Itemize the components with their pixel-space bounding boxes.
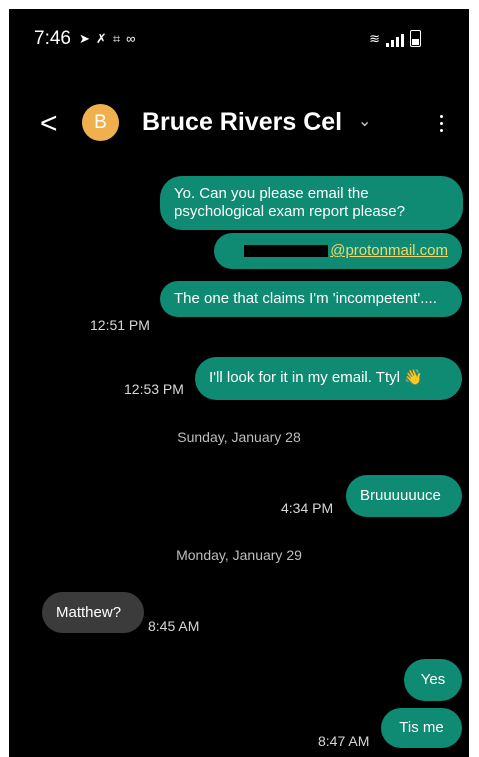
message-bubble-sent[interactable]: Yes — [404, 659, 462, 701]
status-left-icons: ➤ ✗ ⌗ ∞ — [79, 31, 135, 47]
notification-icon: ✗ — [95, 31, 107, 46]
message-bubble-sent[interactable]: The one that claims I'm 'incompetent'...… — [160, 281, 462, 317]
message-timestamp: 8:45 AM — [148, 618, 200, 634]
message-timestamp: 8:47 AM — [318, 733, 370, 749]
date-divider: Sunday, January 28 — [177, 429, 301, 445]
vibrate-icon: ≋ — [369, 31, 380, 46]
message-bubble-sent[interactable]: Yo. Can you please email the psychologic… — [160, 176, 463, 230]
email-link[interactable]: @protonmail.com — [330, 242, 448, 259]
message-text: I'll look for it in my email. Ttyl 👋 — [209, 369, 423, 386]
message-text: Yo. Can you please email the psychologic… — [174, 185, 405, 220]
message-text: Matthew? — [56, 604, 122, 621]
battery-icon — [410, 30, 421, 47]
message-bubble-sent[interactable]: I'll look for it in my email. Ttyl 👋 — [195, 357, 462, 400]
status-time: 7:46 — [34, 28, 71, 49]
conversation-header: < B Bruce Rivers Cel ⌄ — [9, 97, 469, 147]
status-bar: 7:46 ➤ ✗ ⌗ ∞ ≋ — [9, 9, 469, 69]
message-timestamp: 12:53 PM — [124, 381, 184, 397]
back-icon[interactable]: < — [40, 109, 58, 139]
contact-name[interactable]: Bruce Rivers Cel — [142, 108, 342, 137]
more-options-icon[interactable] — [440, 115, 443, 136]
date-divider: Monday, January 29 — [176, 547, 302, 563]
message-text: Tis me — [399, 719, 444, 736]
redaction-bar — [244, 245, 329, 258]
navigation-arrow-icon: ➤ — [79, 31, 90, 46]
message-text: Yes — [420, 671, 446, 688]
message-timestamp: 12:51 PM — [90, 317, 150, 333]
message-text: The one that claims I'm 'incompetent'...… — [174, 290, 437, 307]
contact-avatar[interactable]: B — [82, 104, 119, 141]
message-bubble-sent[interactable]: Bruuuuuuce — [346, 475, 462, 517]
message-text: Bruuuuuuce — [360, 487, 441, 504]
status-right-icons: ≋ — [369, 30, 421, 47]
signal-icon — [386, 33, 404, 47]
message-bubble-received[interactable]: Matthew? — [42, 592, 144, 633]
voicemail-icon: ∞ — [126, 31, 136, 46]
message-bubble-sent[interactable]: @protonmail.com — [214, 233, 462, 269]
message-bubble-sent[interactable]: Tis me — [381, 708, 462, 748]
message-timestamp: 4:34 PM — [281, 500, 334, 516]
screenshot-icon: ⌗ — [112, 31, 121, 46]
chevron-down-icon[interactable]: ⌄ — [358, 111, 371, 131]
phone-screen: 7:46 ➤ ✗ ⌗ ∞ ≋ < B Bruce Rivers Cel ⌄ Yo… — [9, 9, 469, 757]
